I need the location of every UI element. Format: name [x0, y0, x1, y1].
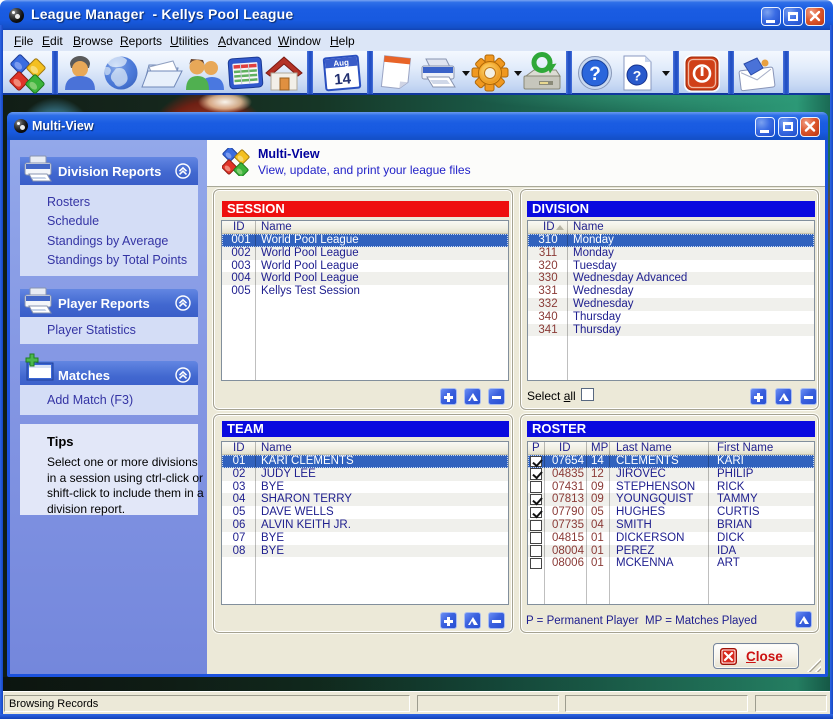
- svg-text:?: ?: [589, 64, 601, 85]
- svg-text:14: 14: [334, 70, 353, 88]
- svg-text:?: ?: [633, 68, 642, 84]
- svg-text:Aug: Aug: [333, 58, 349, 68]
